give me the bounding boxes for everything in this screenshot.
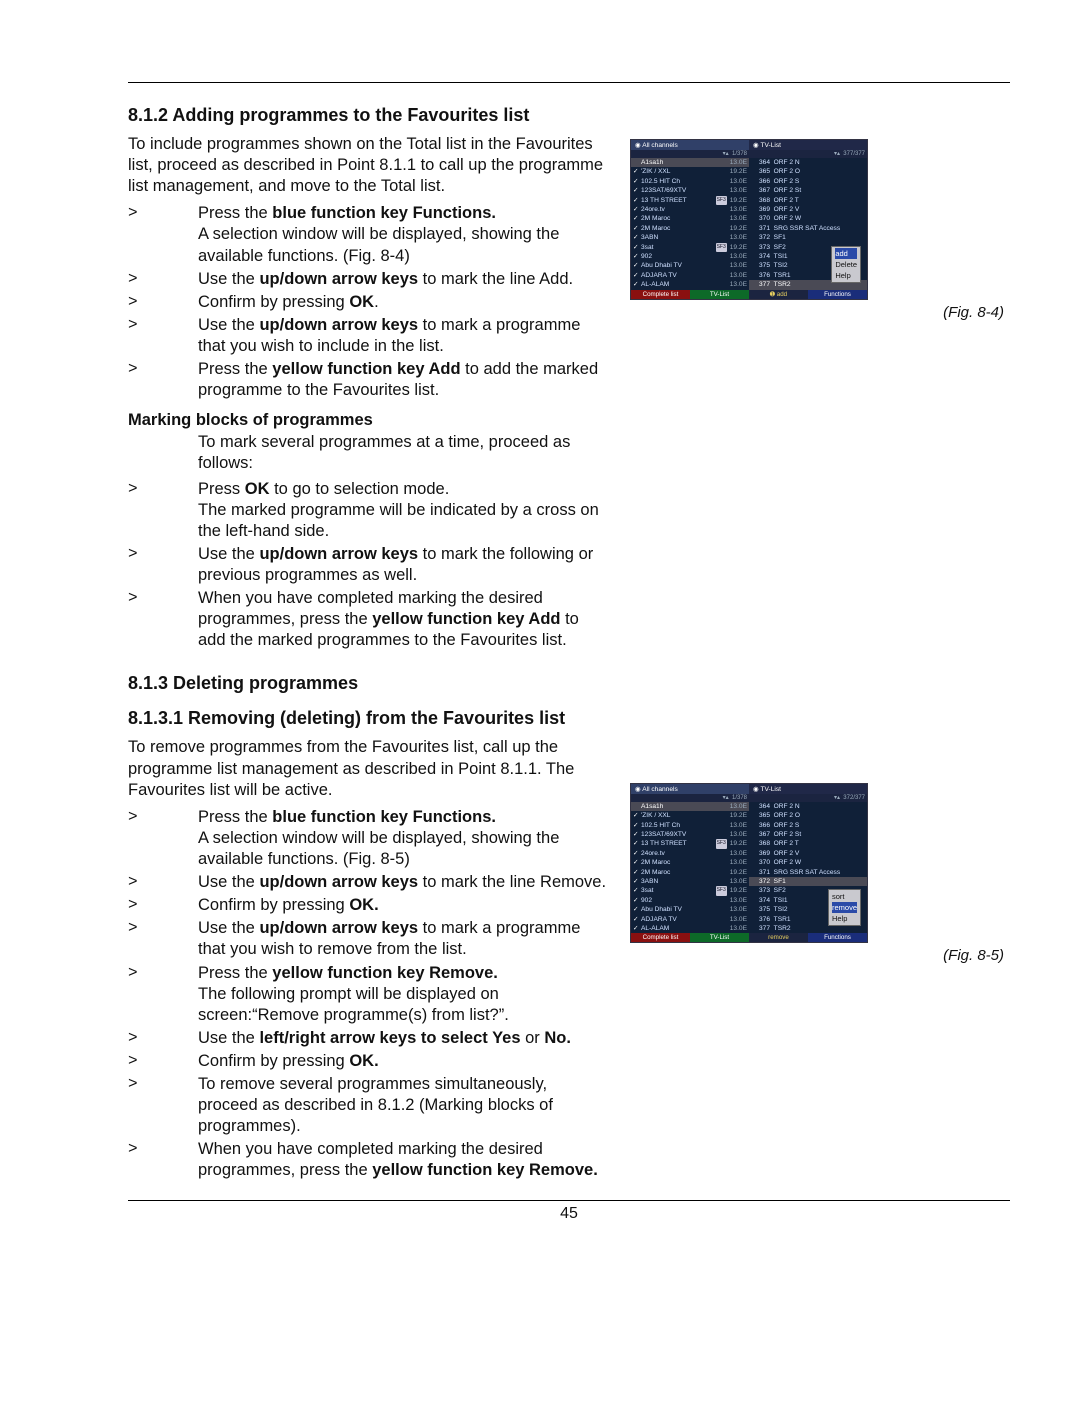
- step-marker: >: [128, 1139, 154, 1181]
- step-text: Use the up/down arrow keys to mark the f…: [198, 544, 608, 586]
- left-count: ▾▴ 1/378: [631, 794, 749, 802]
- step-item: > When you have completed marking the des…: [128, 588, 608, 651]
- left-pane: A1sa1h13.0E✓'ZIK / XXL19.2E✓102.5 HIT Ch…: [631, 802, 749, 934]
- figure-8-4: ◉ All channels◉ TV-List▾▴ 1/378▾▴ 377/37…: [630, 139, 868, 300]
- step-marker: >: [128, 872, 154, 893]
- step-item: > Use the up/down arrow keys to mark a pr…: [128, 315, 608, 357]
- step-marker: >: [128, 963, 154, 1026]
- right-count: ▾▴ 372/377: [749, 794, 867, 802]
- step-text: Press the yellow function key Add to add…: [198, 359, 608, 401]
- step-item: > Confirm by pressing OK.: [128, 292, 608, 313]
- step-text: To remove several programmes simultaneou…: [198, 1074, 608, 1137]
- step-item: > Use the left/right arrow keys to select…: [128, 1028, 608, 1049]
- step-text: Use the left/right arrow keys to select …: [198, 1028, 608, 1049]
- step-item: > Press the yellow function key Add to ad…: [128, 359, 608, 401]
- footer-yellow: ➊ add: [749, 290, 808, 299]
- step-item: > Press the blue function key Functions.A…: [128, 807, 608, 870]
- step-marker: >: [128, 1051, 154, 1072]
- caption-8-4: (Fig. 8-4): [630, 304, 1004, 321]
- step-item: > Press OK to go to selection mode.The ma…: [128, 479, 608, 542]
- tab-all-channels: ◉ All channels: [631, 784, 749, 794]
- heading-8-1-3-1: 8.1.3.1 Removing (deleting) from the Fav…: [128, 708, 608, 729]
- step-marker: >: [128, 292, 154, 313]
- step-marker: >: [128, 315, 154, 357]
- step-item: > Use the up/down arrow keys to mark a pr…: [128, 918, 608, 960]
- step-marker: >: [128, 588, 154, 651]
- step-text: Confirm by pressing OK.: [198, 292, 608, 313]
- step-item: > Use the up/down arrow keys to mark the …: [128, 269, 608, 290]
- step-item: > When you have completed marking the des…: [128, 1139, 608, 1181]
- footer-green: TV-List: [690, 933, 749, 942]
- step-text: When you have completed marking the desi…: [198, 1139, 608, 1181]
- right-count: ▾▴ 377/377: [749, 150, 867, 158]
- figure-8-5: ◉ All channels◉ TV-List▾▴ 1/378▾▴ 372/37…: [630, 783, 868, 944]
- tab-tv-list: ◉ TV-List: [749, 784, 867, 794]
- context-menu: sortremoveHelp: [828, 889, 861, 926]
- step-marker: >: [128, 269, 154, 290]
- step-marker: >: [128, 544, 154, 586]
- footer-green: TV-List: [690, 290, 749, 299]
- step-marker: >: [128, 807, 154, 870]
- step-text: When you have completed marking the desi…: [198, 588, 608, 651]
- marking-intro: To mark several programmes at a time, pr…: [128, 432, 608, 474]
- heading-8-1-3: 8.1.3 Deleting programmes: [128, 673, 608, 694]
- step-item: > Press the yellow function key Remove.Th…: [128, 963, 608, 1026]
- step-marker: >: [128, 359, 154, 401]
- footer-red: Complete list: [631, 933, 690, 942]
- heading-8-1-2: 8.1.2 Adding programmes to the Favourite…: [128, 105, 608, 126]
- step-text: Press OK to go to selection mode.The mar…: [198, 479, 608, 542]
- figure-column: ◉ All channels◉ TV-List▾▴ 1/378▾▴ 377/37…: [630, 105, 1010, 1184]
- step-text: Use the up/down arrow keys to mark the l…: [198, 269, 608, 290]
- footer-blue: Functions: [808, 933, 867, 942]
- step-text: Press the blue function key Functions.A …: [198, 807, 608, 870]
- step-item: > Use the up/down arrow keys to mark the …: [128, 544, 608, 586]
- caption-8-5: (Fig. 8-5): [630, 947, 1004, 964]
- step-marker: >: [128, 479, 154, 542]
- tab-all-channels: ◉ All channels: [631, 140, 749, 150]
- manual-page: 8.1.2 Adding programmes to the Favourite…: [0, 0, 1080, 1417]
- step-marker: >: [128, 1028, 154, 1049]
- step-text: Confirm by pressing OK.: [198, 1051, 608, 1072]
- intro-8-1-2: To include programmes shown on the Total…: [128, 134, 608, 197]
- step-text: Use the up/down arrow keys to mark a pro…: [198, 918, 608, 960]
- step-text: Press the blue function key Functions.A …: [198, 203, 608, 266]
- sub-heading-marking: Marking blocks of programmes: [128, 411, 608, 430]
- step-text: Use the up/down arrow keys to mark the l…: [198, 872, 608, 893]
- context-menu: addDeleteHelp: [831, 246, 861, 283]
- page-number: 45: [128, 1205, 1010, 1223]
- step-marker: >: [128, 203, 154, 266]
- step-marker: >: [128, 895, 154, 916]
- step-item: > Press the blue function key Functions.A…: [128, 203, 608, 266]
- tab-tv-list: ◉ TV-List: [749, 140, 867, 150]
- text-column: 8.1.2 Adding programmes to the Favourite…: [128, 105, 608, 1184]
- left-count: ▾▴ 1/378: [631, 150, 749, 158]
- step-text: Confirm by pressing OK.: [198, 895, 608, 916]
- step-item: > Confirm by pressing OK.: [128, 895, 608, 916]
- step-item: > To remove several programmes simultaneo…: [128, 1074, 608, 1137]
- footer-blue: Functions: [808, 290, 867, 299]
- step-item: > Confirm by pressing OK.: [128, 1051, 608, 1072]
- step-marker: >: [128, 1074, 154, 1137]
- step-text: Use the up/down arrow keys to mark a pro…: [198, 315, 608, 357]
- rule-top: [128, 82, 1010, 83]
- footer-red: Complete list: [631, 290, 690, 299]
- footer-yellow: remove: [749, 933, 808, 942]
- step-item: > Use the up/down arrow keys to mark the …: [128, 872, 608, 893]
- left-pane: A1sa1h13.0E✓'ZIK / XXL19.2E✓102.5 HIT Ch…: [631, 158, 749, 290]
- rule-bottom: [128, 1200, 1010, 1201]
- step-text: Press the yellow function key Remove.The…: [198, 963, 608, 1026]
- step-marker: >: [128, 918, 154, 960]
- intro-8-1-3-1: To remove programmes from the Favourites…: [128, 737, 608, 800]
